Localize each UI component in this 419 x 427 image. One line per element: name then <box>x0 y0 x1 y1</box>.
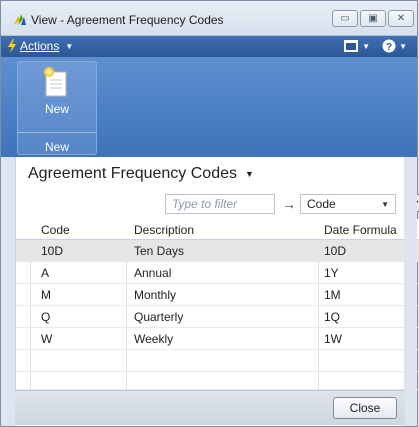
table-row[interactable]: A Annual 1Y <box>16 262 419 284</box>
empty-row <box>16 372 419 390</box>
chevron-down-icon: ▼ <box>381 200 389 209</box>
footer-bar: Close <box>15 390 405 425</box>
minimize-icon[interactable]: ▭ <box>332 10 358 27</box>
grid-header: Code Description Date Formula <box>16 219 419 240</box>
ribbon-group-divider <box>18 132 96 133</box>
actions-bar: Actions ▼ ▼ ? ▼ <box>1 36 417 57</box>
help-icon[interactable]: ? ▼ <box>382 39 407 53</box>
column-header-code[interactable]: Code <box>41 223 70 237</box>
apply-filter-arrow-icon[interactable]: → <box>279 194 299 214</box>
ribbon-group-label: New <box>44 140 69 154</box>
new-document-icon <box>44 67 67 97</box>
empty-row <box>16 350 419 372</box>
actions-menu[interactable]: Actions ▼ <box>7 39 73 53</box>
column-header-date-formula[interactable]: Date Formula <box>324 223 397 237</box>
title-bar[interactable]: View - Agreement Frequency Codes ▭ ▣ ✕ <box>1 1 417 36</box>
cell-date-formula: 1M <box>324 288 341 302</box>
filter-field-value: Code <box>307 197 336 211</box>
svg-text:?: ? <box>386 42 392 53</box>
cell-description: Annual <box>134 266 172 280</box>
cell-code: 10D <box>41 244 64 258</box>
ribbon-group-new: New New <box>17 61 97 155</box>
ribbon: New New <box>1 57 417 157</box>
row-selector[interactable] <box>16 240 30 261</box>
content-area: Agreement Frequency Codes ▼ → Code ▼ Cod… <box>15 157 419 390</box>
table-row[interactable]: W Weekly 1W <box>16 328 419 350</box>
cell-description: Ten Days <box>134 244 185 258</box>
actions-menu-label: Actions <box>20 39 60 53</box>
chevron-down-icon: ▼ <box>245 169 254 179</box>
cell-code: M <box>41 288 51 302</box>
new-button-label: New <box>44 102 69 116</box>
cell-description: Quarterly <box>134 310 184 324</box>
dynamics-nav-logo-icon <box>14 14 26 25</box>
lightning-icon <box>8 39 16 53</box>
cell-code: W <box>41 332 53 346</box>
left-border <box>1 157 15 426</box>
new-button[interactable]: New <box>18 62 96 130</box>
table-row[interactable]: 10D Ten Days 10D <box>16 240 419 262</box>
cell-code: Q <box>41 310 51 324</box>
right-border <box>404 157 417 426</box>
window-title: View - Agreement Frequency Codes <box>31 13 224 27</box>
close-window-icon[interactable]: ✕ <box>388 10 414 27</box>
close-button[interactable]: Close <box>333 397 397 419</box>
codes-grid: Code Description Date Formula 10D Ten Da… <box>16 219 419 390</box>
cell-date-formula: 1W <box>324 332 342 346</box>
agreement-frequency-codes-window: View - Agreement Frequency Codes ▭ ▣ ✕ A… <box>0 0 419 427</box>
chevron-down-icon: ▼ <box>65 41 74 51</box>
filter-input[interactable] <box>165 194 275 214</box>
cell-description: Monthly <box>134 288 177 302</box>
table-row[interactable]: Q Quarterly 1Q <box>16 306 419 328</box>
filter-field-select[interactable]: Code ▼ <box>300 194 396 214</box>
cell-date-formula: 1Y <box>324 266 339 280</box>
table-row[interactable]: M Monthly 1M <box>16 284 419 306</box>
layout-options-icon[interactable]: ▼ <box>344 40 370 52</box>
cell-date-formula: 1Q <box>324 310 341 324</box>
maximize-icon[interactable]: ▣ <box>360 10 386 27</box>
cell-description: Weekly <box>134 332 174 346</box>
cell-code: A <box>41 266 50 280</box>
page-title-menu[interactable]: Agreement Frequency Codes ▼ <box>28 165 254 183</box>
page-title: Agreement Frequency Codes <box>28 165 237 182</box>
cell-date-formula: 10D <box>324 244 347 258</box>
column-header-description[interactable]: Description <box>134 223 194 237</box>
